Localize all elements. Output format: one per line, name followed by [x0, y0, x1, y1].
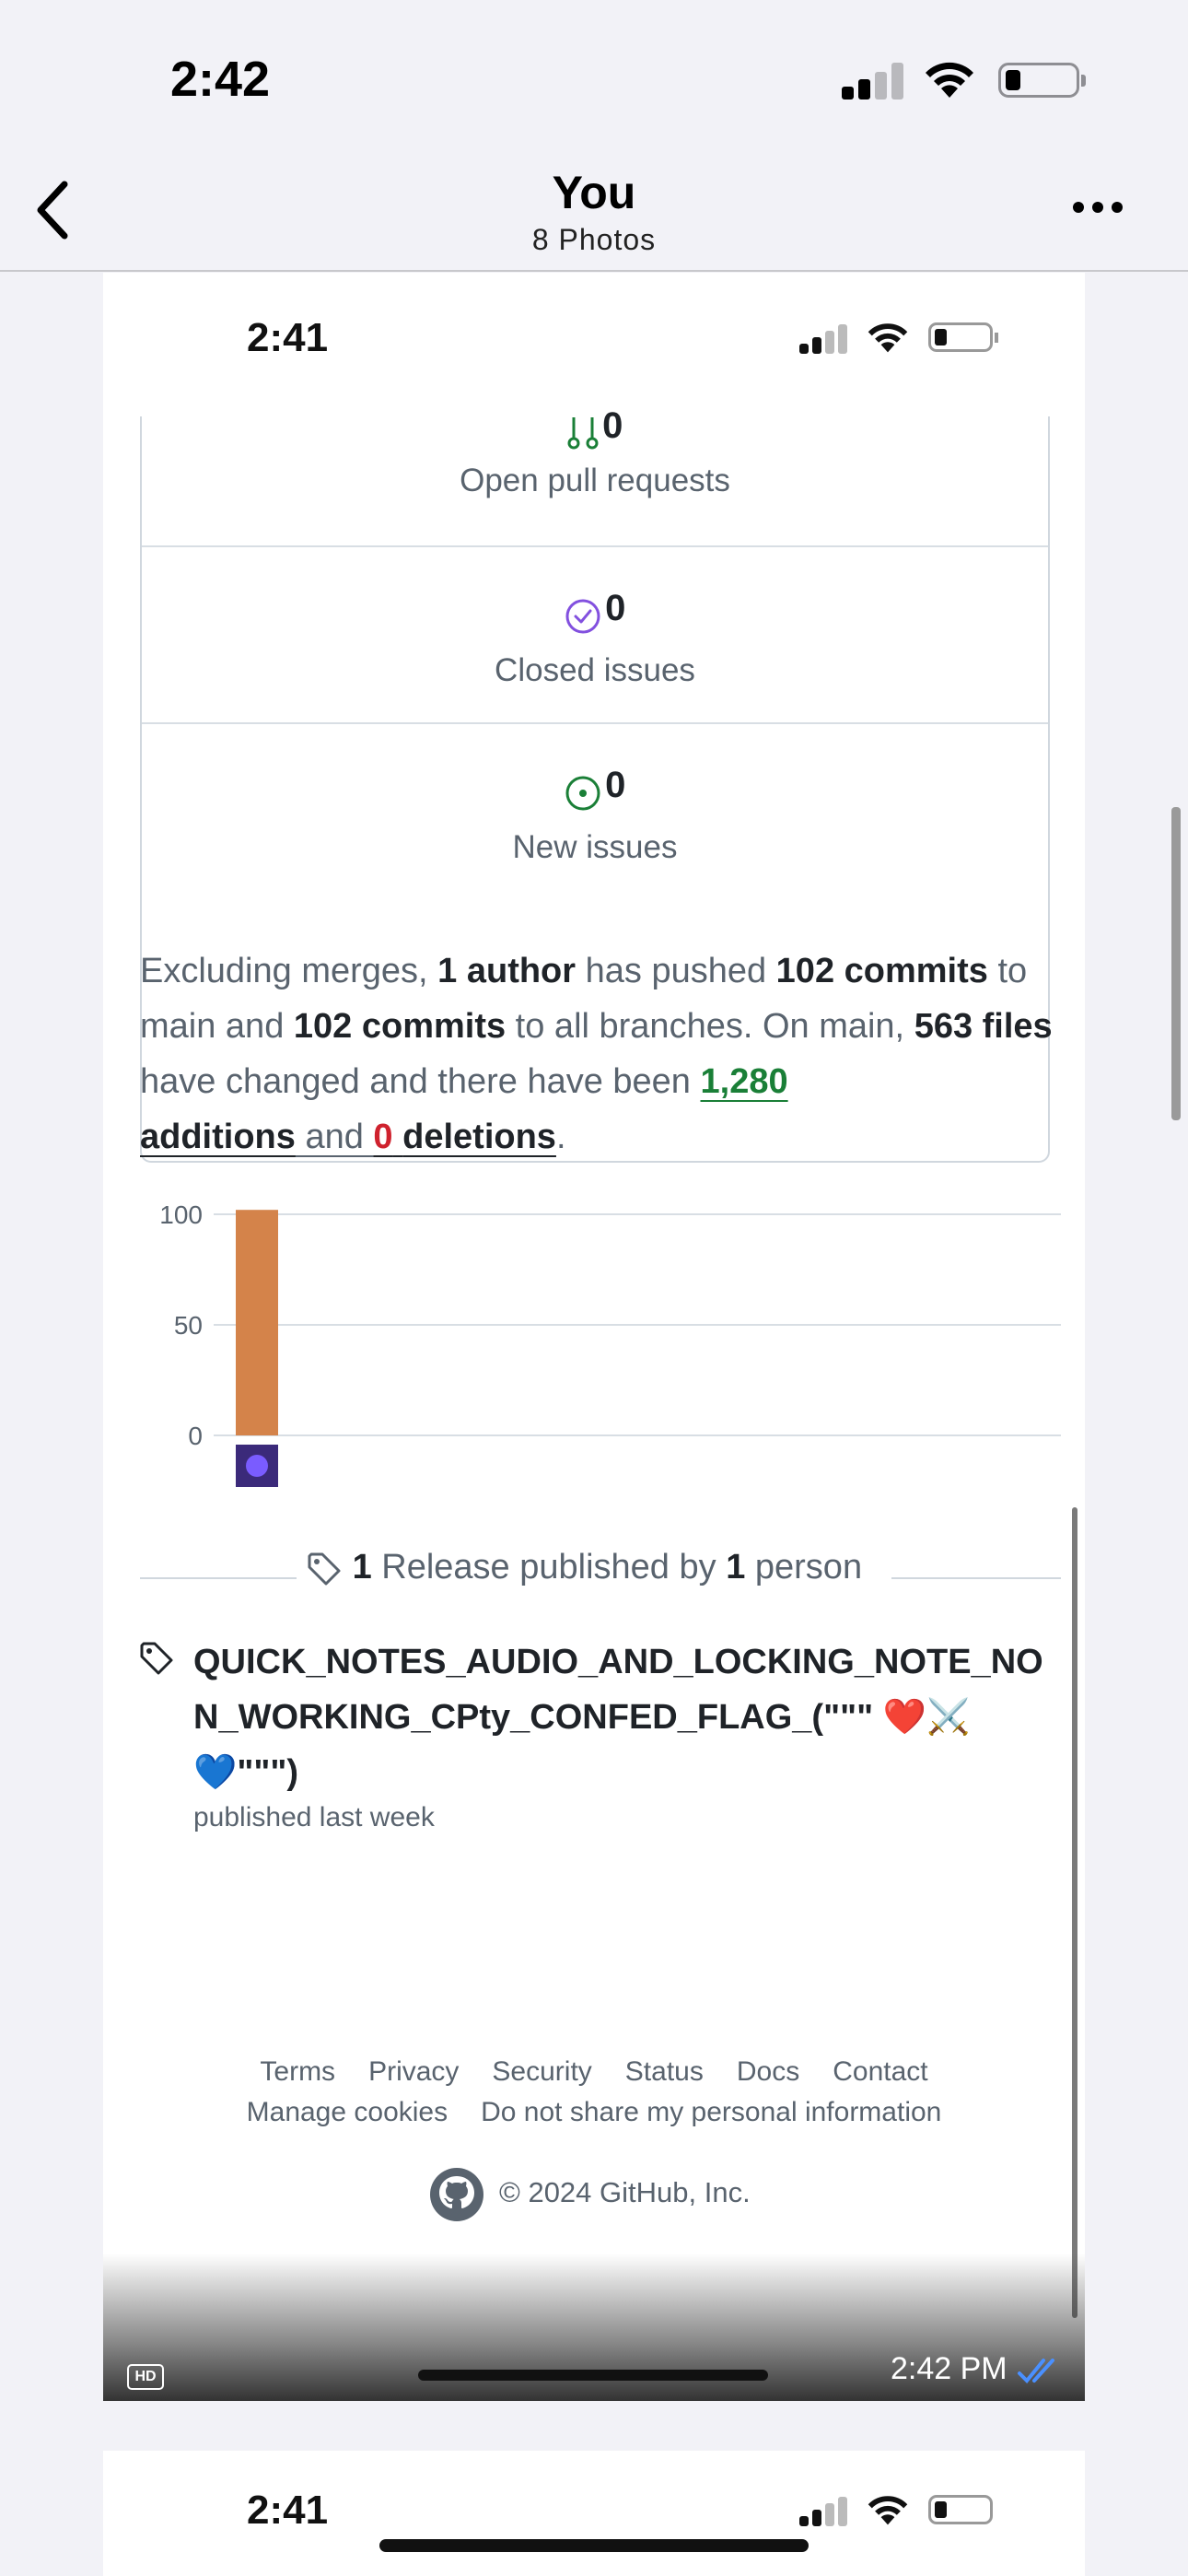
viewer-scrollbar[interactable]	[1171, 807, 1181, 1120]
deletions-label: deletions	[402, 1118, 556, 1156]
stat-value: 0	[605, 765, 626, 805]
next-photo[interactable]: 2:41	[103, 2451, 1085, 2576]
footer-link-security[interactable]: Security	[492, 2056, 591, 2087]
photo-battery-icon	[928, 322, 998, 352]
y-tick-label: 0	[188, 1422, 203, 1450]
commits-all-count: 102 commits	[293, 1007, 507, 1046]
photo-viewer[interactable]: 2:41 0 Open pull requests 0 Closed issue…	[103, 273, 1085, 2401]
nav-bar: You 8 Photos	[0, 157, 1188, 272]
stat-new-issues[interactable]: 0 New issues	[142, 741, 1048, 919]
footer-links-row1: Terms Privacy Security Status Docs Contact	[103, 2056, 1085, 2088]
photo-cellular-signal-icon	[799, 324, 851, 354]
release-title-link[interactable]: QUICK_NOTES_AUDIO_AND_LOCKING_NOTE_NON_W…	[193, 1634, 1059, 1800]
divider	[142, 545, 1048, 547]
github-logo-icon[interactable]	[429, 2167, 484, 2222]
commits-bar-chart: 0 50 100	[159, 1200, 1061, 1487]
stat-closed-issues[interactable]: 0 Closed issues	[142, 564, 1048, 742]
deletions-count: 0	[373, 1118, 393, 1156]
footer-link-docs[interactable]: Docs	[737, 2056, 799, 2087]
more-options-icon[interactable]	[1072, 201, 1124, 214]
stat-value: 0	[605, 588, 626, 628]
summary-text: and	[295, 1118, 374, 1156]
summary-text: .	[555, 1118, 566, 1156]
additions-count: 1,280	[700, 1062, 788, 1101]
summary-text: to all branches. On main,	[506, 1007, 914, 1046]
divider	[140, 1577, 297, 1579]
status-bar: 2:42	[0, 0, 1188, 157]
device-home-indicator	[379, 2539, 809, 2552]
next-photo-status-time: 2:41	[247, 2488, 329, 2533]
stat-label: Closed issues	[495, 652, 695, 688]
read-receipt-icon	[1018, 2359, 1055, 2383]
release-people-count: 1	[726, 1548, 746, 1587]
files-count: 563 files	[914, 1007, 1053, 1046]
footer-link-manage-cookies[interactable]: Manage cookies	[247, 2097, 448, 2127]
footer-link-do-not-share[interactable]: Do not share my personal information	[481, 2097, 941, 2127]
home-indicator	[418, 2370, 768, 2381]
footer-links-row2: Manage cookies Do not share my personal i…	[103, 2097, 1085, 2128]
cellular-signal-icon	[842, 63, 906, 100]
hd-badge: HD	[127, 2364, 164, 2390]
closed-issue-icon	[565, 599, 600, 634]
footer-link-contact[interactable]: Contact	[833, 2056, 927, 2087]
release-date: published last week	[193, 1802, 435, 1832]
y-tick-label: 50	[174, 1311, 203, 1340]
avatar-figure	[246, 1455, 268, 1477]
chart-bar[interactable]	[236, 1210, 278, 1435]
next-photo-battery-icon	[928, 2495, 993, 2524]
message-time: 2:42 PM	[891, 2351, 1064, 2387]
commits-main-count: 102 commits	[775, 952, 988, 990]
stat-value: 0	[602, 405, 623, 446]
divider	[891, 1577, 1061, 1579]
photo-status-time: 2:41	[247, 315, 329, 360]
status-time: 2:42	[170, 52, 271, 107]
commit-summary: Excluding merges, 1 author has pushed 10…	[140, 943, 1061, 1165]
message-time-text: 2:42 PM	[891, 2351, 1007, 2386]
summary-text: has pushed	[576, 952, 776, 990]
release-tag-icon	[140, 1642, 173, 1675]
stat-label: New issues	[512, 829, 678, 865]
y-tick-label: 100	[159, 1200, 203, 1229]
page-scrollbar[interactable]	[1072, 1507, 1077, 2318]
footer-link-status[interactable]: Status	[625, 2056, 704, 2087]
next-photo-cellular-signal-icon	[799, 2497, 851, 2526]
deletions-link[interactable]: 0 deletions	[373, 1118, 556, 1156]
summary-text: have changed and there have been	[140, 1062, 701, 1101]
next-photo-wifi-icon	[868, 2496, 908, 2525]
divider	[142, 722, 1048, 724]
stat-open-pull-requests[interactable]: 0 Open pull requests	[142, 405, 1048, 534]
release-text: person	[745, 1548, 863, 1587]
copyright-text: © 2024 GitHub, Inc.	[499, 2176, 751, 2208]
release-header: 1 Release published by 1 person	[306, 1548, 862, 1587]
nav-title: You	[552, 167, 636, 218]
nav-subtitle: 8 Photos	[531, 223, 657, 256]
battery-icon	[998, 63, 1086, 98]
footer-link-terms[interactable]: Terms	[260, 2056, 335, 2087]
wifi-icon	[926, 62, 973, 98]
pull-request-icon	[567, 416, 599, 450]
footer-link-privacy[interactable]: Privacy	[368, 2056, 459, 2087]
photo-wifi-icon	[868, 323, 908, 353]
stat-label: Open pull requests	[460, 463, 730, 498]
additions-label: additions	[140, 1118, 296, 1156]
release-count: 1	[352, 1548, 372, 1587]
author-count: 1 author	[437, 952, 577, 990]
tag-icon	[308, 1552, 341, 1586]
release-text: Release published by	[371, 1548, 727, 1587]
new-issue-icon	[565, 776, 600, 811]
summary-text: Excluding merges,	[140, 952, 438, 990]
